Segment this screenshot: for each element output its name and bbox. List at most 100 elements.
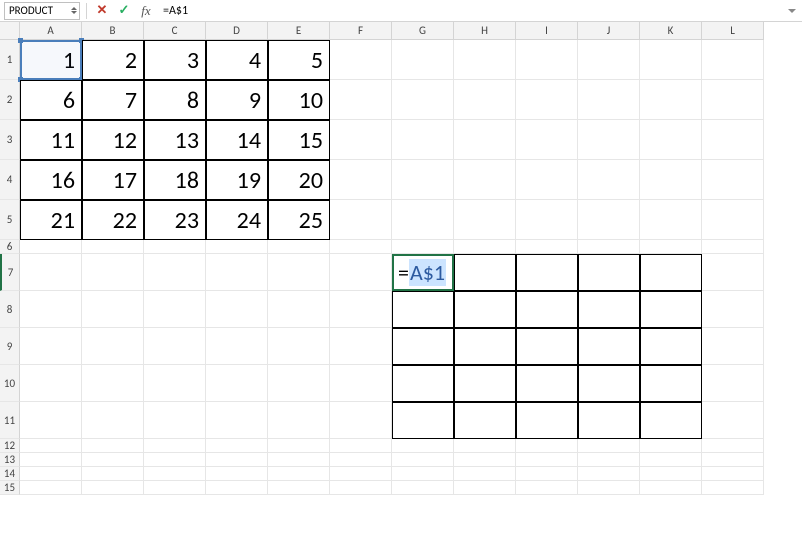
column-header[interactable]: I <box>516 22 578 40</box>
cell[interactable] <box>330 254 392 291</box>
cell[interactable] <box>578 467 640 481</box>
cell[interactable] <box>640 481 702 495</box>
cell[interactable]: 12 <box>82 120 144 160</box>
cell[interactable] <box>578 291 640 328</box>
cell[interactable] <box>268 402 330 439</box>
cell[interactable] <box>268 439 330 453</box>
cell[interactable] <box>516 160 578 200</box>
row-header[interactable]: 7 <box>0 254 20 291</box>
cell[interactable] <box>392 453 454 467</box>
row-header[interactable]: 1 <box>0 40 20 80</box>
cell[interactable]: 22 <box>82 200 144 240</box>
cell[interactable] <box>82 291 144 328</box>
cell[interactable] <box>702 481 764 495</box>
cell[interactable] <box>640 254 702 291</box>
cell[interactable] <box>516 439 578 453</box>
cell[interactable] <box>206 291 268 328</box>
column-header[interactable]: G <box>392 22 454 40</box>
row-header[interactable]: 4 <box>0 160 20 200</box>
cell[interactable] <box>702 254 764 291</box>
cell[interactable] <box>702 365 764 402</box>
cell[interactable] <box>20 467 82 481</box>
spinner-up-icon[interactable] <box>71 7 77 10</box>
cell[interactable] <box>268 240 330 254</box>
confirm-button[interactable]: ✓ <box>115 2 133 20</box>
cell[interactable] <box>206 402 268 439</box>
cell[interactable] <box>454 402 516 439</box>
cell[interactable] <box>516 467 578 481</box>
column-header[interactable]: J <box>578 22 640 40</box>
cell[interactable] <box>330 80 392 120</box>
cell[interactable] <box>702 291 764 328</box>
cell[interactable] <box>20 254 82 291</box>
cell[interactable] <box>640 467 702 481</box>
cell[interactable] <box>702 160 764 200</box>
cell[interactable]: 9 <box>206 80 268 120</box>
cell[interactable] <box>82 328 144 365</box>
row-header[interactable]: 6 <box>0 240 20 254</box>
spinner-down-icon[interactable] <box>71 11 77 14</box>
cell[interactable] <box>144 291 206 328</box>
cell[interactable] <box>516 328 578 365</box>
cell[interactable] <box>516 254 578 291</box>
cell[interactable] <box>392 402 454 439</box>
row-header[interactable]: 13 <box>0 453 20 467</box>
cell[interactable] <box>578 160 640 200</box>
cell[interactable] <box>330 467 392 481</box>
row-header[interactable]: 14 <box>0 467 20 481</box>
cell[interactable] <box>578 481 640 495</box>
cell[interactable] <box>330 200 392 240</box>
cell[interactable]: 17 <box>82 160 144 200</box>
cell[interactable] <box>82 402 144 439</box>
column-header[interactable]: L <box>702 22 764 40</box>
cell[interactable]: 3 <box>144 40 206 80</box>
select-all-corner[interactable] <box>0 22 20 40</box>
cell[interactable] <box>82 467 144 481</box>
cell[interactable] <box>516 40 578 80</box>
cell[interactable] <box>516 402 578 439</box>
cell[interactable] <box>144 439 206 453</box>
cell[interactable] <box>206 481 268 495</box>
cell[interactable] <box>206 467 268 481</box>
cell[interactable] <box>268 365 330 402</box>
cell[interactable] <box>392 365 454 402</box>
cell[interactable] <box>702 328 764 365</box>
column-header[interactable]: A <box>20 22 82 40</box>
cell[interactable] <box>268 481 330 495</box>
cell[interactable] <box>578 200 640 240</box>
cell[interactable] <box>640 328 702 365</box>
cell[interactable] <box>640 439 702 453</box>
cell[interactable] <box>392 120 454 160</box>
cell[interactable] <box>144 467 206 481</box>
cell[interactable] <box>144 453 206 467</box>
cell[interactable] <box>330 160 392 200</box>
cell[interactable] <box>516 240 578 254</box>
cell[interactable] <box>268 328 330 365</box>
cell[interactable] <box>144 254 206 291</box>
cell[interactable] <box>392 328 454 365</box>
cell[interactable] <box>578 439 640 453</box>
cell[interactable] <box>702 402 764 439</box>
cell[interactable]: 23 <box>144 200 206 240</box>
cell[interactable] <box>82 439 144 453</box>
cell[interactable] <box>640 291 702 328</box>
cell[interactable]: 4 <box>206 40 268 80</box>
cell[interactable] <box>20 328 82 365</box>
cancel-button[interactable]: ✕ <box>93 2 111 20</box>
cell[interactable] <box>392 439 454 453</box>
column-header[interactable]: B <box>82 22 144 40</box>
cell[interactable] <box>206 365 268 402</box>
cell[interactable] <box>392 240 454 254</box>
fx-button[interactable]: fx <box>137 2 155 20</box>
cell[interactable] <box>578 240 640 254</box>
cell[interactable] <box>578 365 640 402</box>
cell[interactable]: 15 <box>268 120 330 160</box>
cell[interactable] <box>392 467 454 481</box>
cell[interactable] <box>702 467 764 481</box>
cell[interactable]: 10 <box>268 80 330 120</box>
cell[interactable] <box>454 467 516 481</box>
cell[interactable] <box>206 240 268 254</box>
cell[interactable] <box>82 481 144 495</box>
cell[interactable] <box>268 467 330 481</box>
cell[interactable] <box>578 254 640 291</box>
